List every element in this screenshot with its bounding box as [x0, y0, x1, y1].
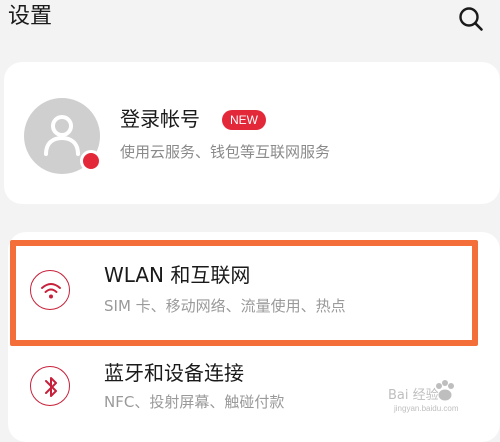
highlight-annotation-box: [10, 240, 478, 346]
login-account-title: 登录帐号: [120, 107, 200, 131]
bluetooth-subtitle: NFC、投射屏幕、触碰付款: [104, 393, 285, 411]
login-account-subtitle: 使用云服务、钱包等互联网服务: [120, 143, 331, 161]
search-icon: [459, 7, 483, 31]
page-title: 设置: [8, 4, 53, 29]
account-card[interactable]: 登录帐号 NEW 使用云服务、钱包等互联网服务: [4, 62, 500, 204]
watermark-url: jingyan.baidu.com: [394, 404, 459, 413]
bluetooth-icon: [45, 377, 57, 397]
baidu-watermark: Bai 经验 jingyan.baidu.com: [386, 378, 490, 426]
new-badge: NEW: [222, 110, 266, 130]
search-button[interactable]: [456, 4, 486, 34]
watermark-text: Bai 经验: [388, 388, 439, 403]
bluetooth-title: 蓝牙和设备连接: [104, 361, 244, 385]
avatar[interactable]: [24, 98, 102, 174]
app-header: 设置: [0, 0, 500, 44]
notification-dot: [80, 150, 102, 172]
bluetooth-icon-container: [30, 366, 70, 406]
